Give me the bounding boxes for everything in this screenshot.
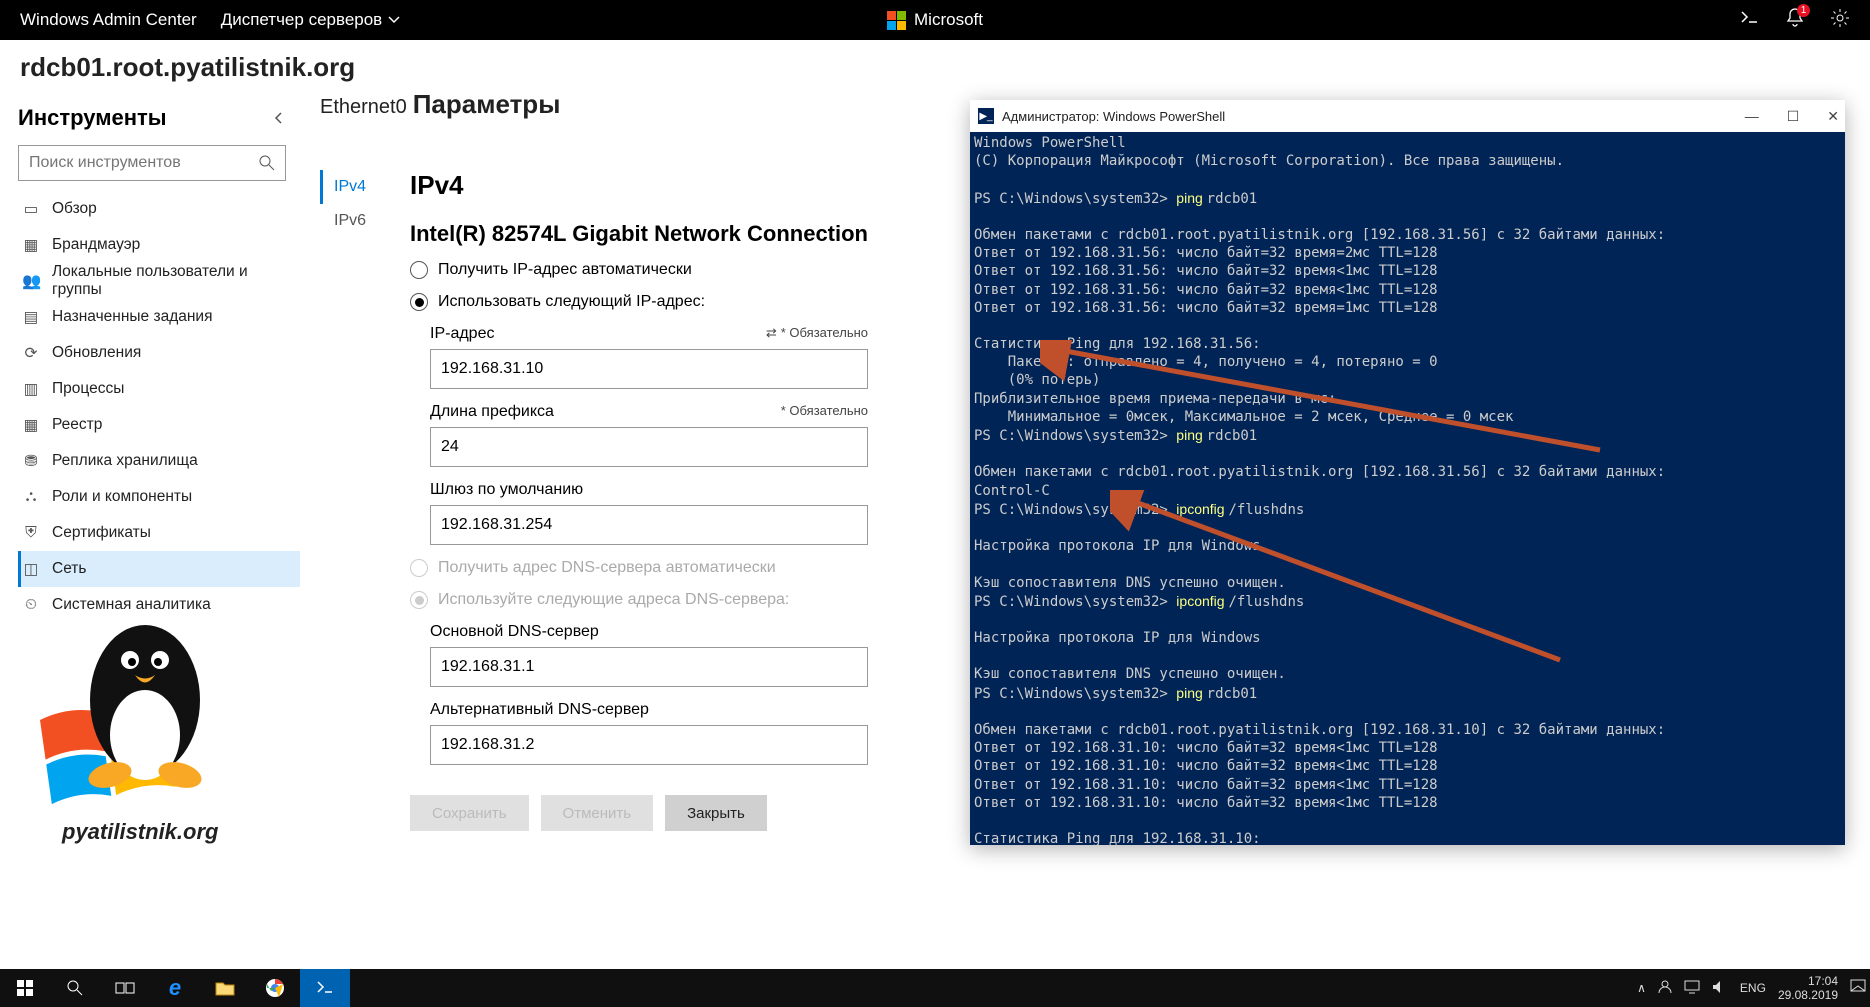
radio-static-ip[interactable]: Использовать следующий IP-адрес: [410,293,868,311]
watermark: pyatilistnik.org [10,600,300,855]
cancel-button: Отменить [541,795,654,831]
ie-taskbar-icon[interactable]: e [150,969,200,1007]
close-button[interactable]: Закрыть [665,795,767,831]
search-taskbar[interactable] [50,969,100,1007]
sidebar-item-10[interactable]: ◫ Сеть [18,551,300,587]
ethernet-column: Ethernet0 Параметры IPv4IPv6 IPv4 Intel(… [300,89,868,978]
chevron-down-icon [388,14,400,26]
eth-tab-ipv4[interactable]: IPv4 [320,170,410,204]
notifications-icon[interactable] [1786,8,1804,33]
radio-icon [410,591,428,609]
app-title: Windows Admin Center [20,10,197,30]
form-heading: IPv4 [410,170,868,201]
sidebar-item-label: Обзор [52,200,97,218]
prefix-input[interactable] [430,427,868,467]
tool-icon: ⛨ [22,524,40,542]
dns1-input[interactable] [430,647,868,687]
save-button: Сохранить [410,795,529,831]
tray-network-icon[interactable] [1684,980,1700,997]
gateway-input[interactable] [430,505,868,545]
sidebar-item-1[interactable]: ▦ Брандмауэр [18,227,300,263]
tray-volume-icon[interactable] [1712,980,1728,997]
explorer-taskbar-icon[interactable] [200,969,250,1007]
sidebar-item-label: Обновления [52,344,141,362]
sidebar-item-4[interactable]: ⟳ Обновления [18,335,300,371]
powershell-window: ▶_ Администратор: Windows PowerShell — ☐… [970,100,1845,845]
dns2-input[interactable] [430,725,868,765]
tray-people-icon[interactable] [1658,980,1672,997]
sidebar-item-0[interactable]: ▭ Обзор [18,191,300,227]
sidebar-item-6[interactable]: ▦ Реестр [18,407,300,443]
tray-lang[interactable]: ENG [1740,981,1766,995]
radio-auto-ip[interactable]: Получить IP-адрес автоматически [410,261,868,279]
search-input[interactable] [18,145,286,181]
adapter-name: Intel(R) 82574L Gigabit Network Connecti… [410,221,868,247]
sidebar-item-9[interactable]: ⛨ Сертификаты [18,515,300,551]
sidebar-item-5[interactable]: ▥ Процессы [18,371,300,407]
tool-icon: ⛬ [22,488,40,506]
sidebar-item-label: Брандмауэр [52,236,140,254]
sidebar-item-label: Сеть [52,560,86,578]
powershell-shortcut[interactable] [1740,10,1760,31]
tray-notifications-icon[interactable] [1850,979,1866,998]
radio-auto-dns: Получить адрес DNS-сервера автоматически [410,559,868,577]
sidebar-item-label: Процессы [52,380,124,398]
minimize-icon[interactable]: — [1745,108,1759,125]
radio-static-dns: Используйте следующие адреса DNS-сервера… [410,591,868,609]
sidebar-item-label: Реплика хранилища [52,452,198,470]
dns2-label: Альтернативный DNS-сервер [430,701,868,719]
tool-icon: ▦ [22,236,40,255]
tool-icon: ▥ [22,380,40,399]
gateway-label: Шлюз по умолчанию [430,481,868,499]
close-icon[interactable]: ✕ [1827,108,1839,125]
tool-icon: 👥 [22,272,40,291]
chrome-taskbar-icon[interactable] [250,969,300,1007]
microsoft-logo-icon [887,11,906,30]
ps-output[interactable]: Windows PowerShell (C) Корпорация Майкро… [970,132,1845,845]
server-title: rdcb01.root.pyatilistnik.org [0,40,1870,89]
tool-icon: ◫ [22,560,40,579]
powershell-taskbar-icon[interactable] [300,969,350,1007]
sidebar-heading: Инструменты [18,105,167,131]
sidebar-item-label: Реестр [52,416,102,434]
ethernet-name: Ethernet0 [320,96,407,119]
sidebar-item-label: Назначенные задания [52,308,212,326]
dns1-label: Основной DNS-сервер [430,623,868,641]
sidebar-item-3[interactable]: ▤ Назначенные задания [18,299,300,335]
eth-tab-ipv6[interactable]: IPv6 [320,204,410,238]
server-manager-dropdown[interactable]: Диспетчер серверов [221,10,401,30]
prefix-label: Длина префикса* Обязательно [430,403,868,421]
sidebar-item-7[interactable]: ⛃ Реплика хранилища [18,443,300,479]
start-button[interactable] [0,969,50,1007]
tool-icon: ▭ [22,200,40,219]
ip-label: IP-адрес⇄* Обязательно [430,325,868,343]
brand: Microsoft [887,10,983,30]
maximize-icon[interactable]: ☐ [1787,108,1800,125]
sidebar-item-2[interactable]: 👥 Локальные пользователи и группы [18,263,300,299]
sidebar-item-label: Сертификаты [52,524,151,542]
sidebar-item-8[interactable]: ⛬ Роли и компоненты [18,479,300,515]
radio-icon [410,559,428,577]
top-bar: Windows Admin Center Диспетчер серверов … [0,0,1870,40]
tool-icon: ▤ [22,308,40,327]
tool-icon: ⟳ [22,344,40,363]
task-view[interactable] [100,969,150,1007]
taskbar: e ∧ ENG 17:04 29.08.2019 [0,969,1870,1007]
ps-icon: ▶_ [978,108,994,124]
sidebar-item-label: Роли и компоненты [52,488,192,506]
sidebar-collapse-icon[interactable] [272,105,286,131]
tray-chevron-icon[interactable]: ∧ [1637,981,1646,995]
ps-titlebar[interactable]: ▶_ Администратор: Windows PowerShell — ☐… [970,100,1845,132]
tool-icon: ⛃ [22,452,40,471]
radio-icon [410,293,428,311]
ipv4-form: IPv4 Intel(R) 82574L Gigabit Network Con… [410,162,868,831]
sidebar-item-label: Локальные пользователи и группы [52,263,300,299]
tool-icon: ▦ [22,416,40,435]
tray-clock[interactable]: 17:04 29.08.2019 [1778,974,1838,1003]
ethernet-params: Параметры [413,89,561,120]
search-icon [258,154,276,172]
radio-icon [410,261,428,279]
ip-input[interactable] [430,349,868,389]
settings-icon[interactable] [1830,8,1850,33]
